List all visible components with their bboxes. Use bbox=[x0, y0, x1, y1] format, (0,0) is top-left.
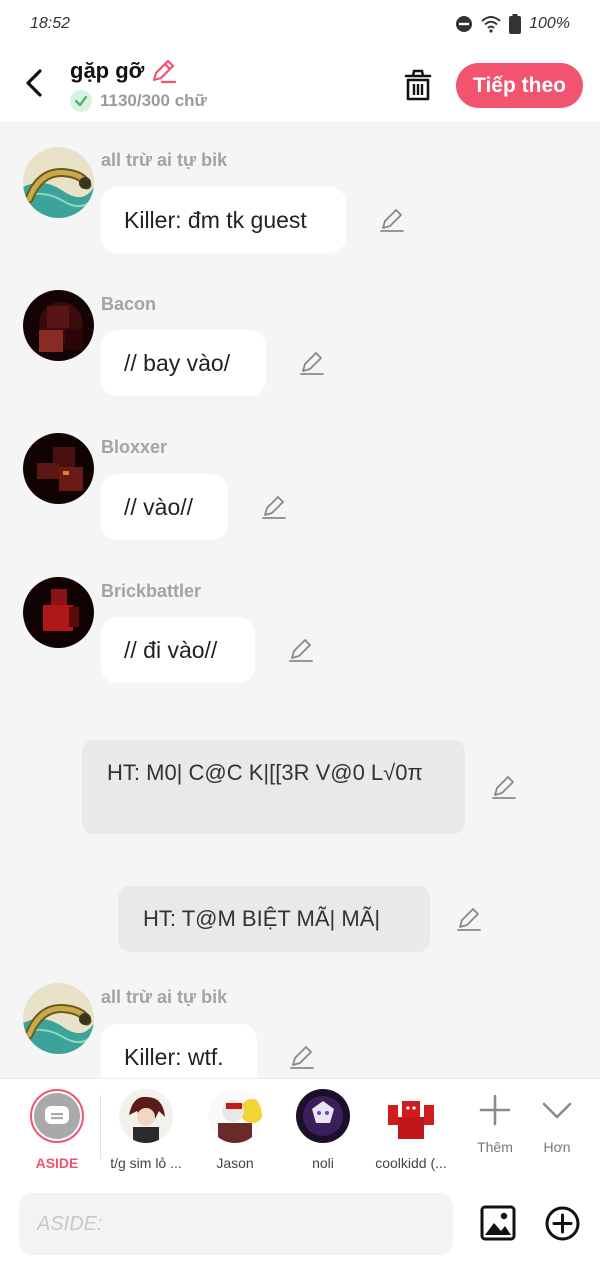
edit-message-icon[interactable] bbox=[261, 494, 287, 520]
message-author: Bacon bbox=[101, 294, 157, 314]
input-bar bbox=[0, 1180, 600, 1268]
message-bubble[interactable]: // đi vào// bbox=[101, 617, 255, 683]
edit-title-icon[interactable] bbox=[150, 58, 177, 84]
character-tg-sim[interactable]: t/g sim lỏ ... bbox=[101, 1089, 191, 1171]
wifi-icon bbox=[481, 16, 501, 33]
trash-icon[interactable] bbox=[402, 68, 434, 102]
message-author: all trừ ai tự bik bbox=[101, 987, 228, 1007]
avatar-bloxxer[interactable] bbox=[23, 433, 94, 504]
character-bar: ASIDE t/g sim lỏ ... Jason noli coolkidd… bbox=[0, 1078, 600, 1180]
character-avatar bbox=[384, 1089, 438, 1143]
message-bubble[interactable]: // bay vào/ bbox=[101, 330, 266, 396]
plus-icon bbox=[479, 1094, 511, 1126]
character-avatar bbox=[208, 1089, 262, 1143]
message-author: Bloxxer bbox=[101, 437, 168, 457]
narration-bubble[interactable]: HT: M0| C@C K|[[3R V@0 L√0π bbox=[82, 740, 465, 834]
edit-message-icon[interactable] bbox=[288, 637, 314, 663]
message-input[interactable] bbox=[19, 1193, 453, 1255]
chat-bubble-icon bbox=[45, 1106, 69, 1124]
battery-icon bbox=[509, 14, 522, 34]
narration-bubble[interactable]: HT: T@M BIỆT MÃ| MÃ| bbox=[118, 886, 430, 952]
avatar-brickbattler[interactable] bbox=[23, 577, 94, 648]
character-jason[interactable]: Jason bbox=[190, 1089, 280, 1171]
edit-narration-icon[interactable] bbox=[491, 774, 517, 800]
status-time: 18:52 bbox=[30, 15, 71, 32]
character-avatar bbox=[296, 1089, 350, 1143]
status-icons: 100% bbox=[455, 14, 570, 34]
char-count: 1130/300 chữ bbox=[100, 91, 207, 110]
image-icon[interactable] bbox=[480, 1205, 516, 1241]
aside-avatar bbox=[30, 1089, 84, 1143]
more-characters-button[interactable]: Hơn bbox=[512, 1093, 600, 1155]
character-label: noli bbox=[312, 1155, 334, 1171]
character-noli[interactable]: noli bbox=[278, 1089, 368, 1171]
do-not-disturb-icon bbox=[456, 16, 473, 32]
character-label: coolkidd (... bbox=[375, 1155, 447, 1171]
character-label: Hơn bbox=[543, 1139, 571, 1155]
character-coolkidd[interactable]: coolkidd (... bbox=[366, 1089, 456, 1171]
edit-message-icon[interactable] bbox=[289, 1044, 315, 1070]
character-label: ASIDE bbox=[35, 1155, 79, 1171]
next-button[interactable]: Tiếp theo bbox=[456, 63, 583, 108]
back-arrow-icon[interactable] bbox=[20, 68, 50, 98]
battery-percent: 100% bbox=[529, 15, 570, 32]
message-author: Brickbattler bbox=[101, 581, 202, 601]
status-bar: 18:52 100% bbox=[0, 0, 600, 48]
message-author: all trừ ai tự bik bbox=[101, 150, 228, 170]
add-circle-icon[interactable] bbox=[545, 1206, 580, 1241]
character-avatar bbox=[119, 1089, 173, 1143]
header: gặp gỡ 1130/300 chữ Tiếp theo bbox=[0, 48, 600, 122]
character-aside[interactable]: ASIDE bbox=[12, 1089, 102, 1171]
avatar-sea-serpent[interactable] bbox=[23, 983, 94, 1054]
avatar-sea-serpent[interactable] bbox=[23, 147, 94, 218]
avatar-bacon[interactable] bbox=[23, 290, 94, 361]
check-icon bbox=[70, 90, 92, 112]
chevron-down-icon bbox=[542, 1102, 572, 1119]
edit-narration-icon[interactable] bbox=[456, 906, 482, 932]
page-title: gặp gỡ bbox=[70, 58, 145, 83]
character-label: t/g sim lỏ ... bbox=[110, 1155, 182, 1171]
character-label: Jason bbox=[216, 1155, 254, 1171]
edit-message-icon[interactable] bbox=[299, 350, 325, 376]
title-block: gặp gỡ 1130/300 chữ bbox=[70, 58, 207, 112]
message-bubble[interactable]: Killer: đm tk guest bbox=[101, 187, 346, 253]
edit-message-icon[interactable] bbox=[379, 207, 405, 233]
message-bubble[interactable]: // vào// bbox=[101, 474, 228, 540]
